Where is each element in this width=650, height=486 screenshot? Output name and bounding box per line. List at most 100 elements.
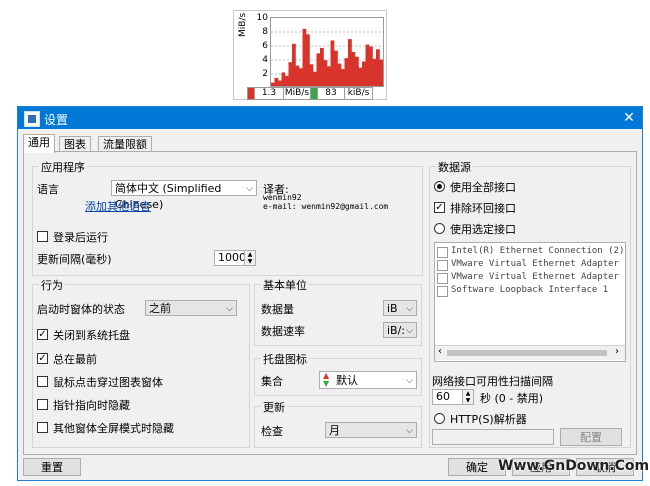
data-unit-select[interactable]: iB ⌵ xyxy=(383,300,417,316)
traffic-bars xyxy=(271,28,384,86)
translator-email: e-mail: wenmin92@gmail.com xyxy=(263,202,389,211)
horizontal-scrollbar[interactable]: ‹ › xyxy=(435,345,625,360)
upload-color-swatch xyxy=(311,88,318,99)
behavior-group-title: 行为 xyxy=(39,277,65,293)
traffic-bar xyxy=(341,69,345,86)
autostart-checkbox[interactable] xyxy=(37,231,48,242)
traffic-bar xyxy=(327,66,331,86)
language-label: 语言 xyxy=(37,183,59,196)
download-unit: MiB/s xyxy=(284,88,311,99)
traffic-bar xyxy=(281,72,286,86)
settings-dialog: 设置 ✕ 通用 图表 流量限额 应用程序 语言 简体中文 (Simplified… xyxy=(17,106,643,481)
config-button[interactable]: 配置 xyxy=(560,428,622,446)
icon-set-select[interactable]: ▲ ▼ 默认 ⌵ xyxy=(319,371,417,389)
interface-name: VMware Virtual Ethernet Adapter for xyxy=(451,259,626,269)
autostart-label: 登录后运行 xyxy=(53,231,108,244)
graph-status-bar: 1.3 MiB/s 83 kiB/s xyxy=(247,87,373,100)
traffic-bar xyxy=(365,44,370,86)
traffic-bar xyxy=(337,63,342,86)
chevron-left-icon[interactable]: ‹ xyxy=(438,346,442,357)
y-tick: 8 xyxy=(262,27,268,37)
hide-on-hover-label: 指针指向时隐藏 xyxy=(53,399,130,412)
chevron-right-icon[interactable]: › xyxy=(615,346,619,357)
dialog-title: 设置 xyxy=(44,113,69,127)
add-language-link[interactable]: 添加其他语言 xyxy=(85,198,151,214)
traffic-bar xyxy=(306,34,310,86)
startup-state-label: 启动时窗体的状态 xyxy=(37,303,125,316)
exclude-loopback-checkbox[interactable]: ✓ xyxy=(434,202,445,213)
spin-arrows-icon[interactable]: ▲ ▼ xyxy=(462,390,473,404)
data-unit-value: iB xyxy=(387,302,398,315)
spin-arrows-icon[interactable]: ▲ ▼ xyxy=(244,251,255,265)
traffic-bar xyxy=(292,43,296,86)
update-group: 更新 检查 月 ⌵ xyxy=(254,399,422,448)
interface-checkbox[interactable] xyxy=(437,247,448,258)
units-group: 基本单位 数据量 iB ⌵ 数据速率 iB/: ⌵ xyxy=(254,277,422,346)
y-tick: 4 xyxy=(262,55,268,65)
always-on-top-label: 总在最前 xyxy=(53,353,97,366)
translator-name: wenmin92 xyxy=(263,193,302,202)
traffic-bar xyxy=(288,62,293,86)
update-interval-input[interactable]: 1000 ▲ ▼ xyxy=(214,250,256,266)
rate-unit-select[interactable]: iB/: ⌵ xyxy=(383,322,417,338)
all-interfaces-label: 使用全部接口 xyxy=(450,181,516,194)
title-bar[interactable]: 设置 ✕ xyxy=(18,107,642,129)
close-to-tray-label: 关闭到系统托盘 xyxy=(53,329,130,342)
interface-name: Intel(R) Ethernet Connection (2) I21 xyxy=(451,246,625,256)
traffic-bar xyxy=(348,39,352,86)
y-tick: 6 xyxy=(262,41,268,51)
download-value: 1.3 xyxy=(255,88,284,99)
traffic-plot xyxy=(270,17,384,87)
upload-unit: kiB/s xyxy=(347,88,370,98)
traffic-bar xyxy=(302,28,307,86)
hide-on-hover-checkbox[interactable] xyxy=(37,399,48,410)
exclude-loopback-label: 排除环回接口 xyxy=(450,202,516,215)
selected-interfaces-label: 使用选定接口 xyxy=(450,223,516,236)
http-parser-label: HTTP(S)解析器 xyxy=(450,413,527,426)
traffic-bar xyxy=(355,56,359,86)
application-group-title: 应用程序 xyxy=(39,159,87,175)
close-to-tray-checkbox[interactable]: ✓ xyxy=(37,329,48,340)
always-on-top-checkbox[interactable]: ✓ xyxy=(37,353,48,364)
update-check-value: 月 xyxy=(329,424,340,437)
traffic-bar xyxy=(274,77,279,86)
startup-state-select[interactable]: 之前 ⌵ xyxy=(145,300,237,316)
traffic-bar xyxy=(278,80,282,86)
close-button[interactable]: ✕ xyxy=(616,107,642,129)
tab-general[interactable]: 通用 xyxy=(23,134,55,153)
click-through-checkbox[interactable] xyxy=(37,376,48,387)
tray-icon-group: 托盘图标 集合 ▲ ▼ 默认 ⌵ xyxy=(254,351,422,396)
graph-unit-label: MiB/s xyxy=(238,12,248,37)
hide-fullscreen-checkbox[interactable] xyxy=(37,422,48,433)
chevron-down-icon: ⌵ xyxy=(406,304,413,314)
interface-checkbox[interactable] xyxy=(437,286,448,297)
traffic-graph-window: MiB/s 10 8 6 4 2 1.3 MiB/s 83 kiB/s xyxy=(233,10,387,100)
datasource-group-title: 数据源 xyxy=(436,159,473,175)
interface-list[interactable]: Intel(R) Ethernet Connection (2) I21 VMw… xyxy=(434,242,626,362)
scrollbar-thumb[interactable] xyxy=(447,350,607,356)
selected-interfaces-radio[interactable] xyxy=(434,223,445,234)
reset-button[interactable]: 重置 xyxy=(23,458,81,476)
update-check-select[interactable]: 月 ⌵ xyxy=(325,422,417,438)
datasource-group: 数据源 使用全部接口 ✓ 排除环回接口 使用选定接口 Intel(R) Ethe… xyxy=(429,159,631,448)
traffic-bar xyxy=(299,68,303,86)
scan-interval-input[interactable]: 60 ▲ ▼ xyxy=(432,389,474,405)
app-icon xyxy=(24,111,40,127)
chevron-down-icon: ⌵ xyxy=(406,376,413,386)
tray-icon-group-title: 托盘图标 xyxy=(261,351,309,367)
http-parser-radio[interactable] xyxy=(434,413,445,424)
all-interfaces-radio[interactable] xyxy=(434,181,445,192)
traffic-bar xyxy=(285,75,289,86)
download-color-swatch xyxy=(248,88,255,99)
y-tick: 2 xyxy=(262,69,268,79)
interface-name: VMware Virtual Ethernet Adapter for xyxy=(451,272,626,282)
chevron-down-icon: ⌵ xyxy=(226,304,233,314)
http-parser-input[interactable] xyxy=(432,429,554,445)
interface-checkbox[interactable] xyxy=(437,273,448,284)
interface-checkbox[interactable] xyxy=(437,260,448,271)
traffic-bar xyxy=(316,53,321,86)
traffic-bar xyxy=(295,65,300,86)
scan-interval-suffix: 秒 (0 - 禁用) xyxy=(480,392,544,405)
language-select[interactable]: 简体中文 (Simplified Chinese) ⌵ xyxy=(111,180,257,211)
traffic-bar xyxy=(344,58,349,86)
